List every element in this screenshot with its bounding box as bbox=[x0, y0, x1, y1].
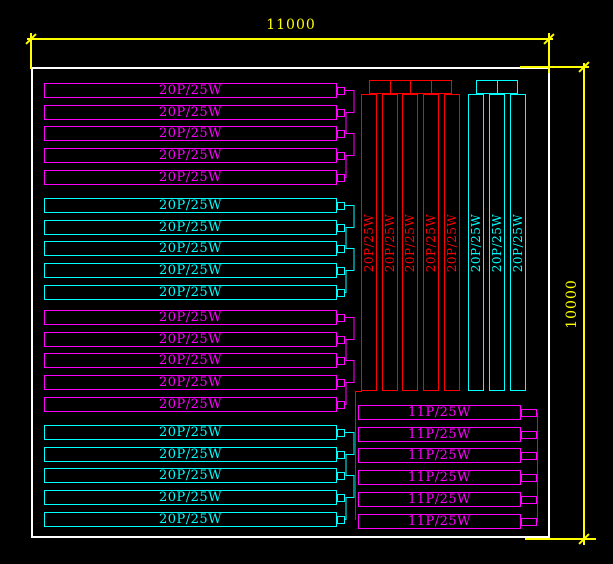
bar-20p-25w[interactable]: 20P/25W bbox=[44, 220, 337, 235]
vertical-bar-label: 20P/25W bbox=[444, 213, 460, 273]
bar-20p-25w[interactable]: 20P/25W bbox=[44, 397, 337, 412]
bar-connector-stub bbox=[337, 314, 345, 322]
vertical-bar-header-divider bbox=[431, 80, 432, 94]
bar-connector-stub bbox=[337, 267, 345, 275]
bar-connector-stub bbox=[337, 472, 345, 480]
bar-connector-stub bbox=[337, 516, 345, 524]
vertical-bar-header-divider bbox=[410, 80, 411, 94]
bar-connector-stub bbox=[337, 289, 345, 297]
bar-11p-25w[interactable]: 11P/25W bbox=[358, 427, 521, 442]
bar-11p-25w[interactable]: 11P/25W bbox=[358, 405, 521, 420]
dim-right-label[interactable]: 10000 bbox=[564, 274, 580, 334]
dim-right-extension-top bbox=[520, 66, 589, 68]
bar-11p-25w[interactable]: 11P/25W bbox=[358, 470, 521, 485]
bar-connector-stub bbox=[521, 452, 537, 460]
dim-right-line[interactable] bbox=[583, 63, 585, 545]
vertical-bar-header-divider bbox=[497, 80, 498, 94]
vertical-bar-label: 20P/25W bbox=[468, 213, 484, 273]
bar-20p-25w[interactable]: 20P/25W bbox=[44, 468, 337, 483]
bar-11p-25w[interactable]: 11P/25W bbox=[358, 492, 521, 507]
bar-connector-stub bbox=[337, 202, 345, 210]
bar-connector-stub bbox=[337, 379, 345, 387]
bar-20p-25w[interactable]: 20P/25W bbox=[44, 241, 337, 256]
bar-20p-25w[interactable]: 20P/25W bbox=[44, 126, 337, 141]
bar-20p-25w[interactable]: 20P/25W bbox=[44, 490, 337, 505]
bar-group-chain-line bbox=[345, 318, 354, 405]
vertical-bar-label: 20P/25W bbox=[510, 213, 526, 273]
bar-20p-25w[interactable]: 20P/25W bbox=[44, 332, 337, 347]
bar-11p-25w[interactable]: 11P/25W bbox=[358, 448, 521, 463]
vertical-bar-label: 20P/25W bbox=[382, 213, 398, 273]
bar-connector-stub bbox=[337, 429, 345, 437]
vertical-bar-label: 20P/25W bbox=[423, 213, 439, 273]
cad-drawing-canvas: 11000 10000 20P/25W20P/25W20P/25W20P/25W… bbox=[0, 0, 613, 564]
vertical-bar-label: 20P/25W bbox=[489, 213, 505, 273]
bar-20p-25w[interactable]: 20P/25W bbox=[44, 285, 337, 300]
bar-connector-stub bbox=[337, 152, 345, 160]
vertical-bar-label: 20P/25W bbox=[402, 213, 418, 273]
dim-top-label[interactable]: 11000 bbox=[261, 17, 321, 33]
bar-20p-25w[interactable]: 20P/25W bbox=[44, 353, 337, 368]
bar-11p-25w[interactable]: 11P/25W bbox=[358, 514, 521, 529]
bar-connector-stub bbox=[337, 245, 345, 253]
bar-connector-stub bbox=[521, 518, 537, 526]
bar-connector-stub bbox=[337, 174, 345, 182]
bar-connector-stub bbox=[337, 401, 345, 409]
bar-group-chain-line bbox=[345, 91, 354, 178]
bar-connector-stub bbox=[337, 109, 345, 117]
bar-20p-25w[interactable]: 20P/25W bbox=[44, 170, 337, 185]
bar-connector-stub bbox=[521, 474, 537, 482]
bar-20p-25w[interactable]: 20P/25W bbox=[44, 512, 337, 527]
vertical-bar-header-divider bbox=[390, 80, 391, 94]
bar-connector-stub bbox=[337, 336, 345, 344]
bottom-group-trunk-left bbox=[355, 391, 356, 520]
bar-connector-stub bbox=[337, 224, 345, 232]
bar-connector-stub bbox=[521, 496, 537, 504]
vertical-bar-label: 20P/25W bbox=[361, 213, 377, 273]
bar-20p-25w[interactable]: 20P/25W bbox=[44, 198, 337, 213]
bar-20p-25w[interactable]: 20P/25W bbox=[44, 263, 337, 278]
bar-group-chain-line bbox=[345, 433, 354, 520]
bar-20p-25w[interactable]: 20P/25W bbox=[44, 83, 337, 98]
bar-connector-stub bbox=[337, 494, 345, 502]
bottom-group-trunk-right bbox=[537, 413, 538, 522]
bar-connector-stub bbox=[337, 357, 345, 365]
bar-connector-stub bbox=[337, 130, 345, 138]
bar-20p-25w[interactable]: 20P/25W bbox=[44, 148, 337, 163]
bar-connector-stub bbox=[521, 409, 537, 417]
bar-20p-25w[interactable]: 20P/25W bbox=[44, 375, 337, 390]
bar-20p-25w[interactable]: 20P/25W bbox=[44, 425, 337, 440]
bar-connector-stub bbox=[521, 431, 537, 439]
bar-connector-stub bbox=[337, 451, 345, 459]
bottom-group-trunk-left-link bbox=[355, 391, 362, 392]
bar-20p-25w[interactable]: 20P/25W bbox=[44, 447, 337, 462]
bar-connector-stub bbox=[337, 87, 345, 95]
bar-20p-25w[interactable]: 20P/25W bbox=[44, 105, 337, 120]
dim-top-line[interactable] bbox=[27, 38, 553, 40]
bar-group-chain-line bbox=[345, 206, 354, 293]
bar-20p-25w[interactable]: 20P/25W bbox=[44, 310, 337, 325]
